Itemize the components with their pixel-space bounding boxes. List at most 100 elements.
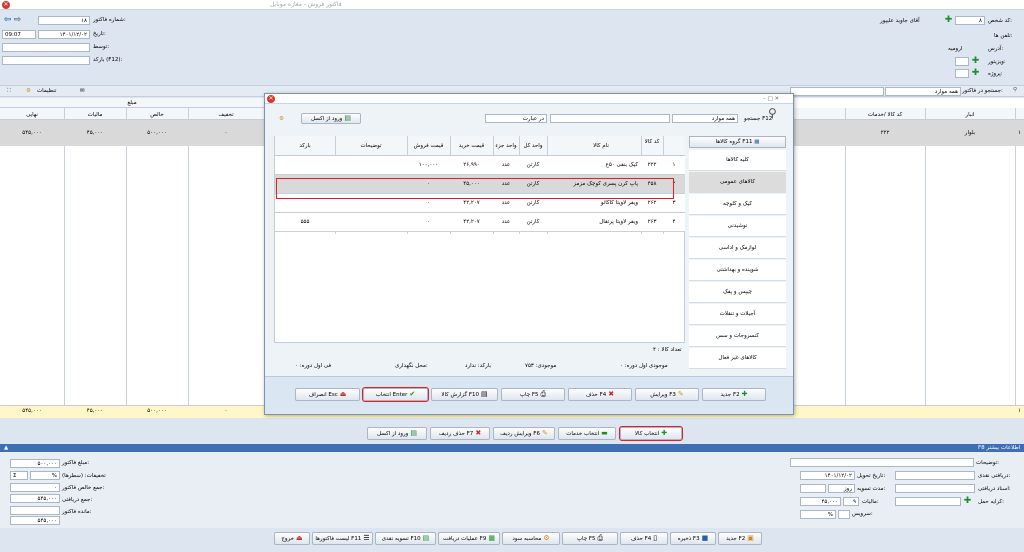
group-header-button[interactable]: گروه کالاها F11 ▦ <box>689 136 786 148</box>
visitor-input[interactable] <box>955 57 969 66</box>
dialog-select-button[interactable]: انتخاب Enter ✔ <box>362 387 429 402</box>
freight-input[interactable] <box>895 497 961 506</box>
dialog-report-button[interactable]: گزارش کالا F10 ▤ <box>431 388 498 401</box>
add-freight-icon[interactable]: ✚ <box>963 497 972 506</box>
next-arrow-icon[interactable]: ⇨ <box>13 16 22 25</box>
more-info-bar[interactable] <box>0 444 1024 452</box>
select-goods-button[interactable]: انتخاب کالا ✚ <box>619 426 683 441</box>
row-final: ۵۴۵,۰۰۰ <box>22 130 42 136</box>
add-person-icon[interactable]: ✚ <box>944 16 953 25</box>
settle-unit-select[interactable]: روز <box>828 484 855 493</box>
cell-code: ۲۲۲ <box>647 162 657 168</box>
category-item[interactable]: کنسروجات و سس <box>689 326 786 347</box>
time-input[interactable]: 09:07 <box>2 30 36 39</box>
close-icon[interactable]: ✕ <box>2 1 10 9</box>
category-item[interactable]: شوینده و بهداشتی <box>689 260 786 281</box>
expand-icon[interactable]: ⛶ <box>7 87 11 95</box>
add-project-icon[interactable]: ✚ <box>971 69 980 78</box>
dialog-search-input[interactable] <box>550 114 670 123</box>
dialog-settings-icon[interactable]: ⚙ <box>279 115 284 123</box>
import-excel-button[interactable]: ورود از اکسل ▤ <box>367 427 427 440</box>
date-input[interactable]: ۱۴۰۱/۱۲/۰۲ <box>38 30 90 39</box>
freight-label: کرایه حمل: <box>978 499 1005 505</box>
plus-icon: ✚ <box>741 390 748 398</box>
receive-ops-button[interactable]: عملیات دریافت F9 ▦ <box>438 532 500 545</box>
tax-pct-input[interactable]: ۹ <box>843 497 859 506</box>
col-tax: مالیات <box>87 112 103 118</box>
cell-buy: ۴۲,۲۰۷ <box>463 219 480 225</box>
net-total-label: جمع خالص فاکتور: <box>62 485 105 491</box>
person-code-input[interactable]: ۸ <box>955 16 985 25</box>
delete-row-button[interactable]: حذف ردیف F7 ✖ <box>430 427 490 440</box>
category-item[interactable]: نوشیدنی <box>689 216 786 237</box>
save-button[interactable]: ذخیره F3 ■ <box>670 532 716 545</box>
invoice-list-button[interactable]: لیست فاکتورها F11 ☰ <box>312 532 373 545</box>
project-input[interactable] <box>955 69 969 78</box>
exit-button[interactable]: خروج ⏏ <box>274 532 310 545</box>
category-item[interactable]: آجیلات و تنقلات <box>689 304 786 325</box>
dialog-delete-button[interactable]: حذف F4 ✖ <box>568 388 632 401</box>
person-code-label: کد شخص: <box>988 18 1013 24</box>
col-net: خالص <box>150 112 164 118</box>
invoice-number-label: شماره فاکتور: <box>93 17 126 23</box>
mail-icon[interactable]: ✉ <box>80 87 85 95</box>
dialog-window-controls[interactable]: – □ ✕ <box>763 94 779 104</box>
category-item[interactable]: چیپس و پفک <box>689 282 786 303</box>
exit-icon: ⏏ <box>296 534 303 542</box>
search-scope-select[interactable]: همه موارد <box>885 87 961 96</box>
cell-sell: ۱۰۰,۰۰۰ <box>418 162 439 168</box>
service-checkbox[interactable] <box>838 510 850 519</box>
delete-button[interactable]: حذف F4 ▯ <box>620 532 668 545</box>
by-input[interactable] <box>2 43 90 52</box>
collapse-icon[interactable]: ▲ <box>4 444 8 452</box>
dialog-phrase-select[interactable]: در عبارت <box>485 114 547 123</box>
barcode-input[interactable] <box>2 56 90 65</box>
settings-label[interactable]: تنظیمات <box>37 87 56 95</box>
cell-code: ۲۶۲ <box>647 200 657 206</box>
cash-input[interactable] <box>895 471 975 480</box>
edit-row-button[interactable]: ویرایش ردیف F6 ✎ <box>493 427 555 440</box>
dialog-edit-button[interactable]: ویرایش F3 ✎ <box>635 388 699 401</box>
check-icon: ✔ <box>409 390 416 398</box>
prev-arrow-icon[interactable]: ⇦ <box>3 16 12 25</box>
cell-unit_part: عدد <box>501 200 511 206</box>
invoice-number-input[interactable]: ۱۸ <box>38 16 90 25</box>
dialog-new-button[interactable]: جدید F2 ✚ <box>702 388 766 401</box>
cell-name: کیک بنفی ۵۰ع <box>605 162 638 168</box>
search-input[interactable] <box>790 87 884 96</box>
dialog-close-icon[interactable]: ✕ <box>267 95 275 103</box>
category-item[interactable]: کالاهای عمومی <box>689 172 786 193</box>
delivery-date-input[interactable]: ۱۴۰۱/۱۲/۰۲ <box>800 471 855 480</box>
category-item[interactable]: کلیه کالاها <box>689 150 786 171</box>
settings-icon[interactable]: ⚙ <box>26 87 31 95</box>
project-label: پروژه: <box>988 71 1003 77</box>
list-icon: ☰ <box>363 534 370 542</box>
category-item[interactable]: کالاهای غیر فعال <box>689 348 786 369</box>
category-item[interactable]: لوازمک و اداسی <box>689 238 786 259</box>
dialog-scope-select[interactable]: همه موارد <box>672 114 738 123</box>
col-sell-price: قیمت فروش <box>413 143 444 149</box>
new-invoice-button[interactable]: جدید F2 ▣ <box>718 532 762 545</box>
dialog-print-button[interactable]: چاپ F5 ⎙ <box>501 388 565 401</box>
delete-icon: ✖ <box>475 429 482 437</box>
discount-sign-select[interactable]: Σ <box>10 471 28 480</box>
description-input[interactable] <box>790 458 974 467</box>
scrollbar[interactable] <box>267 136 275 343</box>
tax-label: مالیات: <box>862 499 879 505</box>
dialog-cancel-button[interactable]: انصراف Esc ⏏ <box>295 388 360 401</box>
settle-days-input[interactable] <box>800 484 826 493</box>
dialog-import-excel-button[interactable]: ورود از اکسل ▤ <box>301 113 361 124</box>
category-item[interactable]: کیک و کلوچه <box>689 194 786 215</box>
search-icon[interactable]: ⚲ <box>1013 86 1017 94</box>
select-services-button[interactable]: انتخاب خدمات ▬ <box>558 427 616 440</box>
documents-input[interactable] <box>895 484 975 493</box>
col-goods-code: کد کالا <box>644 139 660 145</box>
cash-settle-button[interactable]: تسویه نقدی F10 ▤ <box>375 532 436 545</box>
service-pct-input[interactable]: % <box>800 510 836 519</box>
add-visitor-icon[interactable]: ✚ <box>971 57 980 66</box>
print-button[interactable]: چاپ F5 ⎙ <box>562 532 618 545</box>
profit-button[interactable]: محاسبه سود ⚙ <box>502 532 560 545</box>
cell-unit_part: عدد <box>501 219 511 225</box>
cell-code: ۲۶۳ <box>647 219 657 225</box>
discount-pct-input[interactable]: % <box>30 471 60 480</box>
